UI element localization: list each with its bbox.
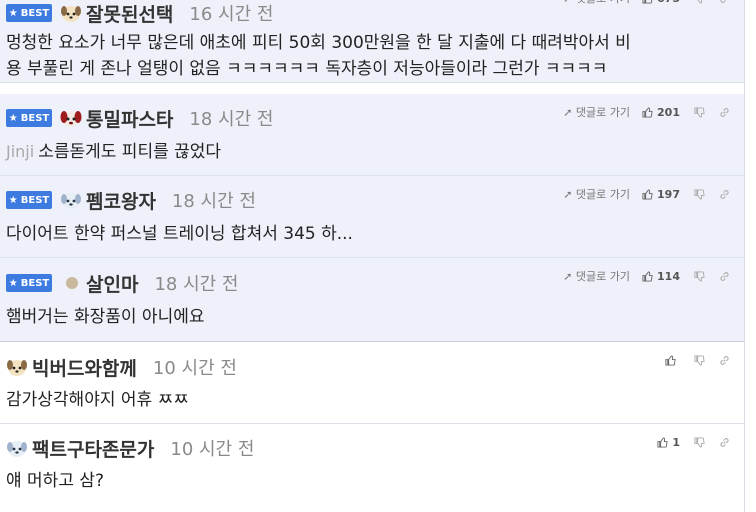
like-button[interactable] <box>665 354 680 366</box>
comment-nickname[interactable]: 통밀파스타 <box>86 105 173 132</box>
dog-face-icon[interactable] <box>60 2 82 24</box>
comment-header: 빅버드와함께 10 시간 전 <box>6 352 237 382</box>
comment-nickname[interactable]: 빅버드와함께 <box>32 354 137 381</box>
link-icon[interactable] <box>719 189 730 200</box>
comment-actions: ➚ 댓글로 가기 197 <box>563 181 730 207</box>
comment-body: 햄버거는 화장품이 아니에요 <box>6 307 205 327</box>
comment-time: 16 시간 전 <box>189 4 274 25</box>
comment-body: 멍청한 요소가 너무 많은데 애초에 피티 50회 300만원을 한 달 지출에… <box>6 33 631 79</box>
star-icon: ★ <box>8 7 18 19</box>
reply-link[interactable]: ➚ 댓글로 가기 <box>563 186 630 202</box>
comment-item: ★ BEST 통밀파스타 18 시간 전 ➚ 댓글로 가기 201 Jinji 소름… <box>0 94 744 176</box>
link-icon[interactable] <box>719 107 730 118</box>
comment-time: 10 시간 전 <box>170 439 255 460</box>
dog-face-icon[interactable] <box>6 356 28 378</box>
thumbs-up-icon <box>642 270 653 282</box>
best-badge: ★ BEST <box>6 4 52 22</box>
star-icon: ★ <box>8 194 18 206</box>
thumbs-down-icon[interactable] <box>694 354 705 366</box>
white-dog-icon[interactable] <box>6 437 28 459</box>
comment-item: 팩트구타존문가 10 시간 전 1 얘 머하고 삼? <box>0 424 744 512</box>
thumbs-up-icon <box>642 106 653 118</box>
comment-item: 빅버드와함께 10 시간 전 감가상각해야지 어휴 ㅉㅉ <box>0 342 744 424</box>
comment-body: 감가상각해야지 어휴 ㅉㅉ <box>6 390 189 410</box>
like-button[interactable]: 197 <box>642 188 680 201</box>
comment-body: 다이어트 한약 퍼스널 트레이닝 합쳐서 345 하... <box>6 224 353 244</box>
thumbs-down-icon[interactable] <box>694 188 705 200</box>
comment-time: 18 시간 전 <box>154 274 239 295</box>
comment-time: 10 시간 전 <box>152 358 237 379</box>
dot-icon[interactable] <box>66 277 78 289</box>
star-icon: ★ <box>8 112 18 124</box>
comment-header: ★ BEST 잘못된선택 16 시간 전 <box>6 0 273 28</box>
like-button[interactable]: 201 <box>642 106 680 119</box>
thumbs-up-icon <box>657 436 668 448</box>
comment-actions <box>665 347 730 373</box>
comment-time: 18 시간 전 <box>171 191 256 212</box>
comment-item: ★ BEST 펨코왕자 18 시간 전 ➚ 댓글로 가기 197 다이어트 한약 … <box>0 176 744 258</box>
comment-list: ★BEST 잘못된선택 16 시간 전 ➚ 댓글로 가기 675 멍청한 요소가… <box>0 0 745 512</box>
comment-body: Jinji 소름돋게도 피티를 끊었다 <box>6 142 222 162</box>
comment-item: ★BEST 잘못된선택 16 시간 전 ➚ 댓글로 가기 675 멍청한 요소가… <box>0 0 744 83</box>
thumbs-down-icon[interactable] <box>694 270 705 282</box>
thumbs-down-icon[interactable] <box>694 0 705 4</box>
thumbs-up-icon <box>642 0 653 4</box>
comment-header: 팩트구타존문가 10 시간 전 <box>6 433 254 463</box>
reply-link[interactable]: ➚ 댓글로 가기 <box>563 0 630 6</box>
reply-link[interactable]: ➚ 댓글로 가기 <box>563 104 630 120</box>
best-badge: ★ BEST <box>6 191 52 209</box>
comment-item: ★ BEST 살인마 18 시간 전 ➚ 댓글로 가기 114 햄버거는 화장품이… <box>0 258 744 342</box>
comment-header: ★ BEST 통밀파스타 18 시간 전 <box>6 103 273 133</box>
reply-link[interactable]: ➚ 댓글로 가기 <box>563 268 630 284</box>
comment-nickname[interactable]: 팩트구타존문가 <box>32 435 154 462</box>
link-icon[interactable] <box>719 271 730 282</box>
comment-actions: ➚ 댓글로 가기 201 <box>563 99 730 125</box>
thumbs-down-icon[interactable] <box>694 106 705 118</box>
like-button[interactable]: 114 <box>642 270 680 283</box>
comment-time: 18 시간 전 <box>189 109 274 130</box>
comment-actions: ➚ 댓글로 가기 675 <box>563 0 730 11</box>
best-badge: ★ BEST <box>6 274 52 292</box>
comment-header: ★ BEST 살인마 18 시간 전 <box>6 268 238 298</box>
comment-actions: ➚ 댓글로 가기 114 <box>563 263 730 289</box>
white-dog-icon[interactable] <box>60 189 82 211</box>
thumbs-up-icon <box>665 354 676 366</box>
thumbs-up-icon <box>642 188 653 200</box>
like-button[interactable]: 675 <box>642 0 680 5</box>
comment-nickname[interactable]: 잘못된선택 <box>86 0 173 27</box>
thumbs-down-icon[interactable] <box>694 436 705 448</box>
link-icon[interactable] <box>719 437 730 448</box>
comment-actions: 1 <box>657 429 730 455</box>
comment-nickname[interactable]: 펨코왕자 <box>86 187 156 214</box>
comment-nickname[interactable]: 살인마 <box>86 270 138 297</box>
best-badge: ★ BEST <box>6 109 52 127</box>
star-icon: ★ <box>8 277 18 289</box>
link-icon[interactable] <box>719 355 730 366</box>
red-dog-icon[interactable] <box>60 107 82 129</box>
link-icon[interactable] <box>719 0 730 4</box>
comment-header: ★ BEST 펨코왕자 18 시간 전 <box>6 185 256 215</box>
reply-target-name[interactable]: Jinji <box>6 142 34 161</box>
comment-body: 얘 머하고 삼? <box>6 471 105 491</box>
like-button[interactable]: 1 <box>657 436 680 449</box>
